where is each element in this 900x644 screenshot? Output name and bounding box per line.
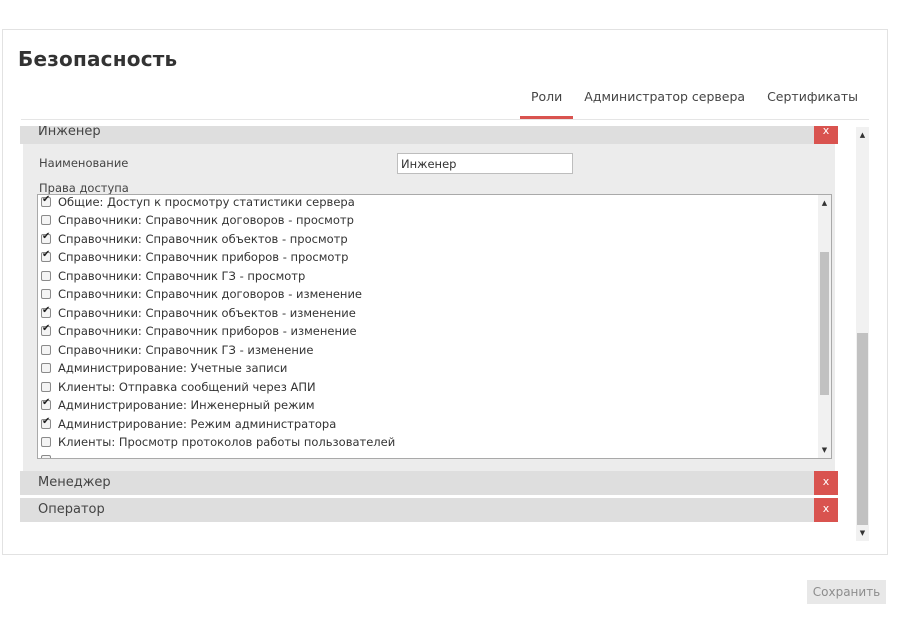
permission-checkbox[interactable] <box>41 437 51 447</box>
permission-item[interactable]: Справочники: Справочник ГЗ - просмотр <box>41 267 305 285</box>
role-name: Инженер <box>38 126 101 139</box>
permission-label: Общие: Доступ к просмотру статистики сер… <box>58 195 355 209</box>
permission-item[interactable]: Администрирование: Режим администратора <box>41 415 336 433</box>
permission-checkbox[interactable] <box>41 416 51 429</box>
security-panel: Безопасность Роли Администратор сервера … <box>2 29 888 555</box>
permission-checkbox[interactable] <box>41 305 51 318</box>
scroll-up-arrow-icon[interactable]: ▲ <box>818 197 831 209</box>
tab-roles[interactable]: Роли <box>519 87 574 119</box>
permission-label: Администрирование: Учетные записи <box>58 361 288 375</box>
permission-item[interactable]: Администрирование: Учетные записи <box>41 359 287 377</box>
permission-item[interactable]: Администрирование: Инженерный режим <box>41 396 315 414</box>
permission-checkbox[interactable] <box>41 363 51 373</box>
permission-item[interactable]: Общие: Доступ к просмотру статистики сер… <box>41 195 355 211</box>
permission-item[interactable]: Справочники: Справочник объектов - просм… <box>41 230 348 248</box>
permission-label: Справочники: Справочник объектов - просм… <box>58 232 348 246</box>
delete-role-button[interactable]: x <box>814 498 838 522</box>
permission-label: Администрирование: Инженерный режим <box>58 398 315 412</box>
permission-item[interactable]: Справочники: Справочник объектов - измен… <box>41 304 356 322</box>
permission-checkbox[interactable] <box>41 345 51 355</box>
permissions-scroll-thumb[interactable] <box>820 252 829 395</box>
role-name: Менеджер <box>38 475 111 490</box>
scroll-down-arrow-icon[interactable]: ▼ <box>818 444 831 456</box>
permission-label: Справочники: Справочник ГЗ - изменение <box>58 343 314 357</box>
permission-checkbox[interactable] <box>41 382 51 392</box>
permission-checkbox[interactable] <box>41 455 51 458</box>
roles-scroll-thumb[interactable] <box>857 333 868 525</box>
permission-label: Справочники: Справочник договоров - прос… <box>58 213 354 227</box>
permission-label: Справочники: Справочник объектов - измен… <box>58 306 356 320</box>
permissions-label: Права доступа <box>39 181 129 195</box>
permission-item[interactable]: Справочники: Справочник договоров - изме… <box>41 285 362 303</box>
permission-checkbox[interactable] <box>41 289 51 299</box>
tab-certificates[interactable]: Сертификаты <box>756 87 869 119</box>
permission-label: Справочники: Справочник договоров - изме… <box>58 287 362 301</box>
permission-checkbox[interactable] <box>41 271 51 281</box>
permission-label: Справочники: Справочник приборов - измен… <box>58 324 357 338</box>
permission-checkbox[interactable] <box>41 195 51 207</box>
permission-checkbox[interactable] <box>41 397 51 410</box>
permission-item[interactable]: Справочники: Справочник ГЗ - изменение <box>41 341 313 359</box>
permission-checkbox[interactable] <box>41 215 51 225</box>
roles-list: Инженер x Наименование Права доступа Общ… <box>20 126 842 538</box>
tab-bar: Роли Администратор сервера Сертификаты <box>519 87 869 119</box>
name-field-label: Наименование <box>39 156 129 170</box>
roles-scrollbar[interactable]: ▲ ▼ <box>856 127 869 541</box>
permission-label: Справочники: Справочник ГЗ - просмотр <box>58 269 306 283</box>
permission-checkbox[interactable] <box>41 323 51 336</box>
permission-item[interactable]: Клиенты: Отправка сообщений через АПИ <box>41 378 316 396</box>
permission-label: Клиенты: Просмотр протоколов работы поль… <box>58 435 396 449</box>
delete-role-button[interactable]: x <box>814 471 838 495</box>
role-name: Оператор <box>38 502 105 517</box>
permission-item-partial[interactable] <box>41 451 58 458</box>
role-header-operator[interactable]: Оператор x <box>20 498 838 522</box>
permission-checkbox[interactable] <box>41 231 51 244</box>
permissions-list: Общие: Доступ к просмотру статистики сер… <box>38 195 817 458</box>
page-title: Безопасность <box>18 47 178 71</box>
delete-role-button[interactable]: x <box>814 126 838 144</box>
role-header-engineer[interactable]: Инженер x <box>20 126 838 144</box>
permission-checkbox[interactable] <box>41 249 51 262</box>
tab-server-administrator[interactable]: Администратор сервера <box>573 87 756 119</box>
role-details-engineer: Наименование Права доступа Общие: Доступ… <box>23 144 835 472</box>
role-name-input[interactable] <box>397 153 573 174</box>
tabs-divider <box>21 119 869 120</box>
permission-item[interactable]: Клиенты: Просмотр протоколов работы поль… <box>41 433 395 451</box>
permission-label: Клиенты: Отправка сообщений через АПИ <box>58 380 316 394</box>
permission-item[interactable]: Справочники: Справочник договоров - прос… <box>41 211 354 229</box>
permissions-scrollbar[interactable]: ▲ ▼ <box>818 195 831 458</box>
permissions-listbox[interactable]: Общие: Доступ к просмотру статистики сер… <box>37 194 832 459</box>
role-header-manager[interactable]: Менеджер x <box>20 471 838 495</box>
permission-label: Справочники: Справочник приборов - просм… <box>58 250 349 264</box>
permission-item[interactable]: Справочники: Справочник приборов - измен… <box>41 322 357 340</box>
scroll-up-arrow-icon[interactable]: ▲ <box>856 129 869 141</box>
permission-item[interactable]: Справочники: Справочник приборов - просм… <box>41 248 348 266</box>
permission-label: Администрирование: Режим администратора <box>58 417 337 431</box>
scroll-down-arrow-icon[interactable]: ▼ <box>856 527 869 539</box>
save-button[interactable]: Сохранить <box>807 580 886 604</box>
